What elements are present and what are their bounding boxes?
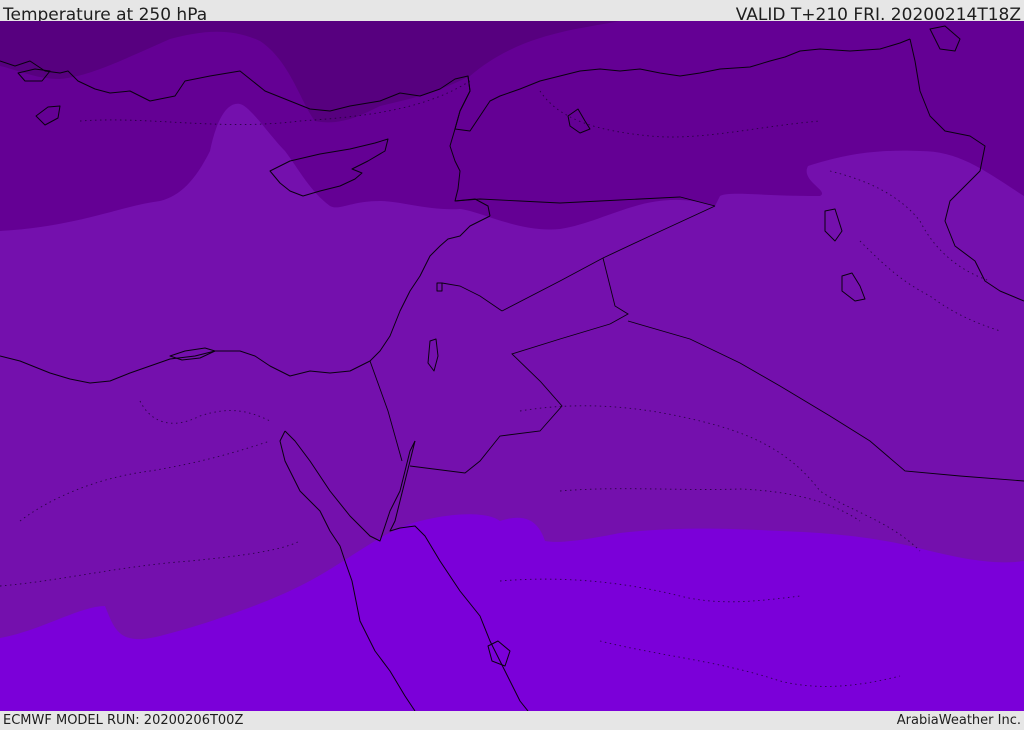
credit-label: ArabiaWeather Inc. bbox=[896, 713, 1021, 728]
temperature-map bbox=[0, 21, 1024, 711]
valid-time-label: VALID T+210 FRI. 20200214T18Z bbox=[735, 5, 1021, 21]
map-title: Temperature at 250 hPa bbox=[3, 5, 208, 21]
map-canvas[interactable] bbox=[0, 21, 1024, 711]
model-run-label: ECMWF MODEL RUN: 20200206T00Z bbox=[3, 713, 244, 728]
header-bar: Temperature at 250 hPa VALID T+210 FRI. … bbox=[0, 0, 1024, 21]
footer-bar: ECMWF MODEL RUN: 20200206T00Z ArabiaWeat… bbox=[0, 711, 1024, 729]
